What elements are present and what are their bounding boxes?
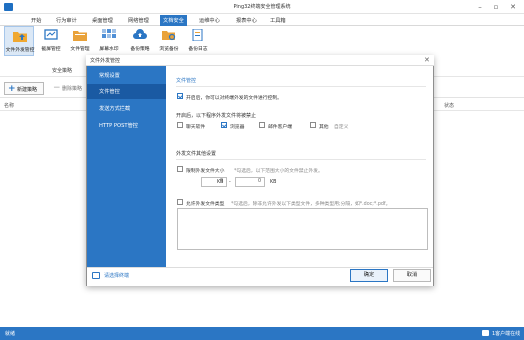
window-title: Ping32终端安全管理系统	[233, 4, 291, 10]
screenshot-icon	[44, 29, 58, 40]
folder-icon	[73, 31, 87, 41]
menu-ops-center[interactable]: 运维中心	[199, 17, 220, 24]
monitor-icon	[92, 272, 100, 279]
divider	[176, 86, 426, 87]
menu-network-management[interactable]: 网络管理	[128, 17, 149, 24]
menu-document-security[interactable]: 文档安全	[160, 15, 187, 26]
menu-desktop-management[interactable]: 桌面管理	[92, 17, 113, 24]
enable-checkbox[interactable]	[177, 93, 183, 99]
menu-home[interactable]: 开始	[31, 17, 41, 24]
delete-policy-button[interactable]: − 删除策略	[50, 82, 90, 95]
checkbox-browser[interactable]	[221, 122, 227, 128]
programs-title: 开启后，以下程序外发文件将被禁止	[176, 113, 257, 119]
cloud-upload-icon	[133, 29, 147, 39]
dialog-title-bar	[86, 55, 434, 66]
divider	[176, 159, 426, 160]
online-clients-count: 1客户端在线	[492, 331, 521, 337]
minimize-icon[interactable]: –	[474, 2, 486, 12]
kb-unit-label: KB	[217, 180, 224, 185]
menu-behavior-audit[interactable]: 行为审计	[56, 17, 77, 24]
ribbon-screen-watermark[interactable]: 屏幕水印	[94, 26, 124, 56]
label-chat-software: 聊天软件	[186, 125, 206, 130]
checkbox-chat-software[interactable]	[177, 122, 183, 128]
size-max-input[interactable]: 0	[235, 177, 265, 187]
status-text: 就绪	[5, 331, 16, 337]
range-separator: -	[229, 180, 231, 185]
dialog-title: 文件外发管控	[90, 58, 121, 64]
ribbon-backup-log[interactable]: 备份日志	[183, 26, 213, 56]
folder-upload-icon	[13, 32, 27, 42]
maximize-icon[interactable]: ▫	[490, 2, 502, 12]
select-terminal-link[interactable]: 请选择终端	[104, 272, 129, 279]
label-mail-client: 邮件客户端	[268, 125, 292, 130]
watermark-icon	[102, 29, 116, 38]
label-browser: 浏览器	[230, 125, 245, 130]
size-limit-label: 限制外发文件大小	[186, 169, 225, 174]
label-other: 其他	[319, 125, 329, 130]
plus-icon: +	[8, 84, 16, 94]
close-window-icon[interactable]: ✕	[507, 2, 519, 12]
kb-unit-label: KB	[270, 180, 277, 185]
menu-toolbox[interactable]: 工具箱	[270, 17, 286, 24]
backup-browse-icon	[162, 31, 176, 41]
dialog-close-icon[interactable]: ✕	[424, 56, 430, 65]
menu-bar: 开始 行为审计 桌面管理 网络管理 文档安全 运维中心 报表中心 工具箱	[0, 14, 524, 26]
checkbox-mail-client[interactable]	[259, 122, 265, 128]
file-types-textarea[interactable]	[177, 208, 428, 250]
type-allow-label: 允许外发文件类型	[186, 202, 225, 207]
ok-button[interactable]: 确定	[350, 269, 388, 282]
nav-http-post-control[interactable]: HTTP POST管控	[87, 118, 166, 133]
minus-icon: −	[53, 83, 61, 93]
column-header-name[interactable]: 名称	[4, 102, 14, 109]
section-title-file-control: 文件管控	[176, 78, 197, 84]
custom-link[interactable]: 自定义	[334, 123, 348, 130]
status-bar	[0, 327, 524, 340]
enable-label: 开启后，你可以对终端外发的文件进行控制。	[186, 96, 282, 101]
cancel-button[interactable]: 取消	[393, 269, 431, 282]
client-online-icon	[482, 330, 489, 336]
new-policy-button[interactable]: + 新建策略	[4, 82, 44, 95]
nav-file-control[interactable]: 文件管控	[87, 84, 166, 99]
ribbon-file-outbound-control[interactable]: 文件外发管控	[4, 26, 34, 56]
checkbox-other[interactable]	[310, 122, 316, 128]
ribbon-group-label: 安全策略	[52, 68, 73, 74]
log-icon	[192, 29, 203, 41]
nav-general-settings[interactable]: 常规设置	[87, 68, 166, 83]
size-limit-hint: *勾选后，以下范围大小的文件禁止外发。	[234, 169, 323, 174]
type-allow-hint: *勾选后，除非允许外发以下类型文件，多种类型用;分隔，如*.doc;*.pdf。	[231, 202, 391, 207]
size-limit-checkbox[interactable]	[177, 166, 183, 172]
menu-report-center[interactable]: 报表中心	[236, 17, 257, 24]
type-allow-checkbox[interactable]	[177, 199, 183, 205]
column-header-status[interactable]: 状态	[444, 102, 454, 109]
nav-send-method-block[interactable]: 发送方式拦截	[87, 101, 166, 116]
other-settings-title: 外发文件其他设置	[176, 151, 217, 157]
